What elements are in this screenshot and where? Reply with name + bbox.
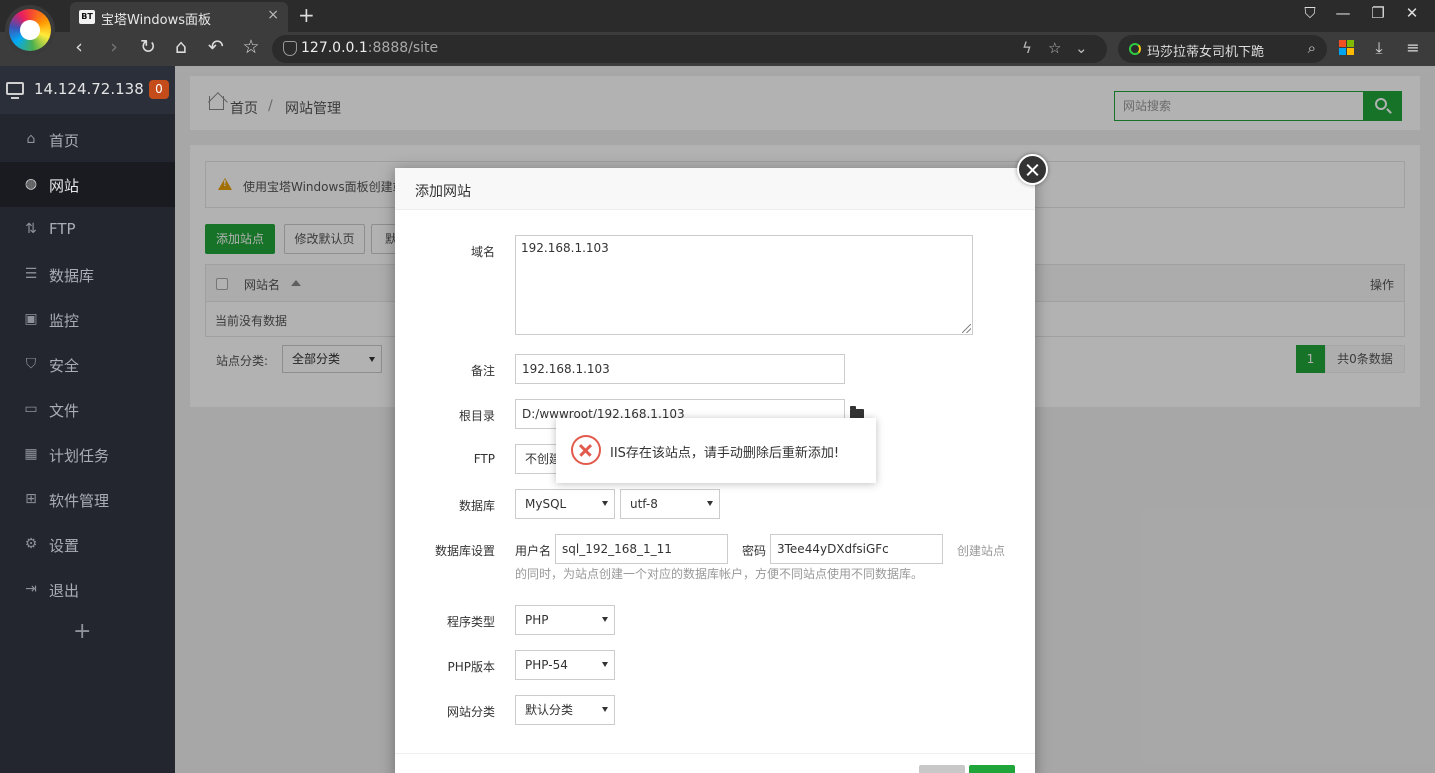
chevron-down-icon[interactable]: ⌄ <box>1075 39 1088 57</box>
submit-button[interactable] <box>969 765 1015 773</box>
tab-title: 宝塔Windows面板 <box>101 13 212 28</box>
apps-grid-icon[interactable] <box>1339 40 1355 56</box>
browser-tab-bar: BT 宝塔Windows面板 × + ⛉ — ❐ ✕ <box>0 0 1435 32</box>
php-version-select[interactable]: PHP-54 <box>515 650 615 680</box>
apps-icon: ⊞ <box>25 491 37 507</box>
resize-handle-icon[interactable] <box>962 324 971 333</box>
error-toast: IIS存在该站点，请手动删除后重新添加! <box>556 418 876 483</box>
dialog-footer-divider <box>395 753 1035 754</box>
sidebar-item-files[interactable]: ▭ 文件 <box>0 387 175 432</box>
caret-down-icon <box>707 501 713 506</box>
database-settings-label: 数据库设置 <box>434 544 495 558</box>
root-dir-label: 根目录 <box>458 409 495 423</box>
sidebar-item-security[interactable]: ⛉ 安全 <box>0 342 175 387</box>
server-ip[interactable]: 14.124.72.138 <box>34 80 144 98</box>
message-badge[interactable]: 0 <box>149 80 169 99</box>
globe-icon: ◍ <box>24 176 38 192</box>
sidebar: 14.124.72.138 0 ⌂ 首页 ◍ 网站 ⇅ FTP ☰ 数据库 ▣ … <box>0 66 175 773</box>
db-password-label: 密码 <box>742 544 767 558</box>
skin-icon[interactable]: ⛉ <box>1300 4 1320 22</box>
toast-message: IIS存在该站点，请手动删除后重新添加! <box>610 446 840 461</box>
database-charset-select[interactable]: utf-8 <box>620 489 720 519</box>
db-hint-text: 创建站点 <box>957 544 1006 558</box>
home-icon: ⌂ <box>26 131 36 147</box>
site-category-select[interactable]: 默认分类 <box>515 695 615 725</box>
program-type-select[interactable]: PHP <box>515 605 615 635</box>
bookmark-star-icon[interactable]: ☆ <box>1048 39 1061 57</box>
tab-close-icon[interactable]: × <box>267 7 279 23</box>
domain-textarea[interactable] <box>515 235 973 335</box>
close-window-icon[interactable]: ✕ <box>1402 4 1422 22</box>
browser-logo[interactable] <box>5 5 55 55</box>
sidebar-item-settings[interactable]: ⚙ 设置 <box>0 522 175 567</box>
sidebar-item-software[interactable]: ⊞ 软件管理 <box>0 477 175 522</box>
url-text[interactable]: 127.0.0.1:8888/site <box>301 40 438 56</box>
search-engine-icon <box>1129 43 1141 55</box>
sidebar-item-database[interactable]: ☰ 数据库 <box>0 252 175 297</box>
database-type-select[interactable]: MySQL <box>515 489 615 519</box>
domain-label: 域名 <box>470 245 495 259</box>
caret-down-icon <box>602 501 608 506</box>
browser-toolbar: ‹ › ↻ ⌂ ↶ ☆ 127.0.0.1:8888/site ϟ ☆ ⌄ 玛莎… <box>0 32 1435 66</box>
sidebar-item-home[interactable]: ⌂ 首页 <box>0 117 175 162</box>
menu-icon[interactable]: ≡ <box>1400 38 1426 57</box>
sidebar-item-logout[interactable]: ⇥ 退出 <box>0 567 175 612</box>
database-label: 数据库 <box>458 499 495 513</box>
folder-icon: ▭ <box>24 401 38 417</box>
monitor-icon <box>6 82 24 99</box>
refresh-icon[interactable]: ↻ <box>135 36 161 58</box>
sidebar-item-website[interactable]: ◍ 网站 <box>0 162 175 207</box>
address-bar[interactable]: 127.0.0.1:8888/site ϟ ☆ ⌄ <box>272 35 1107 63</box>
caret-down-icon <box>602 707 608 712</box>
forward-icon[interactable]: › <box>101 36 127 58</box>
browser-search-box[interactable]: 玛莎拉蒂女司机下跪 ⌕ <box>1118 35 1327 63</box>
new-tab-button[interactable]: + <box>298 3 315 27</box>
remark-label: 备注 <box>470 364 495 378</box>
database-icon: ☰ <box>24 266 38 282</box>
caret-down-icon <box>602 662 608 667</box>
calendar-icon: ▦ <box>24 446 38 462</box>
lightning-icon[interactable]: ϟ <box>1022 39 1032 57</box>
download-icon[interactable]: ⤓ <box>1366 38 1392 58</box>
add-menu-button[interactable]: + <box>73 619 91 644</box>
program-type-label: 程序类型 <box>446 615 495 629</box>
undo-icon[interactable]: ↶ <box>203 36 229 58</box>
server-info: 14.124.72.138 0 <box>0 66 175 114</box>
shield-icon: ⛉ <box>25 356 37 372</box>
back-icon[interactable]: ‹ <box>66 36 92 58</box>
dialog-title: 添加网站 <box>415 184 471 200</box>
error-circle-icon <box>571 435 601 465</box>
browser-tab[interactable]: BT 宝塔Windows面板 × <box>70 2 288 32</box>
caret-down-icon <box>602 617 608 622</box>
star-icon[interactable]: ☆ <box>238 36 264 58</box>
ftp-icon: ⇅ <box>25 221 37 237</box>
gear-icon: ⚙ <box>24 536 38 552</box>
search-suggestion[interactable]: 玛莎拉蒂女司机下跪 <box>1147 41 1264 60</box>
php-version-label: PHP版本 <box>447 660 496 674</box>
favicon-icon: BT <box>79 10 95 24</box>
db-user-label: 用户名 <box>515 544 552 558</box>
cancel-button[interactable] <box>919 765 965 773</box>
dialog-close-button[interactable] <box>1017 154 1048 185</box>
site-category-label: 网站分类 <box>446 705 495 719</box>
db-password-input[interactable]: 3Tee44yDXdfsiGFc <box>770 534 943 564</box>
remark-input[interactable]: 192.168.1.103 <box>515 354 845 384</box>
minimize-icon[interactable]: — <box>1333 4 1353 22</box>
db-hint-text-cont: 的同时，为站点创建一个对应的数据库帐户，方便不同站点使用不同数据库。 <box>515 567 924 581</box>
dialog-header: 添加网站 <box>395 168 1035 210</box>
search-icon[interactable]: ⌕ <box>1308 39 1316 57</box>
home-icon[interactable]: ⌂ <box>168 36 194 58</box>
restore-icon[interactable]: ❐ <box>1368 4 1388 22</box>
logout-icon: ⇥ <box>25 581 37 597</box>
monitor-icon: ▣ <box>24 311 38 327</box>
sidebar-item-monitor[interactable]: ▣ 监控 <box>0 297 175 342</box>
db-user-input[interactable]: sql_192_168_1_11 <box>555 534 728 564</box>
sidebar-item-ftp[interactable]: ⇅ FTP <box>0 207 175 252</box>
sidebar-item-cron[interactable]: ▦ 计划任务 <box>0 432 175 477</box>
ftp-label: FTP <box>473 452 495 466</box>
shield-icon <box>283 41 297 56</box>
